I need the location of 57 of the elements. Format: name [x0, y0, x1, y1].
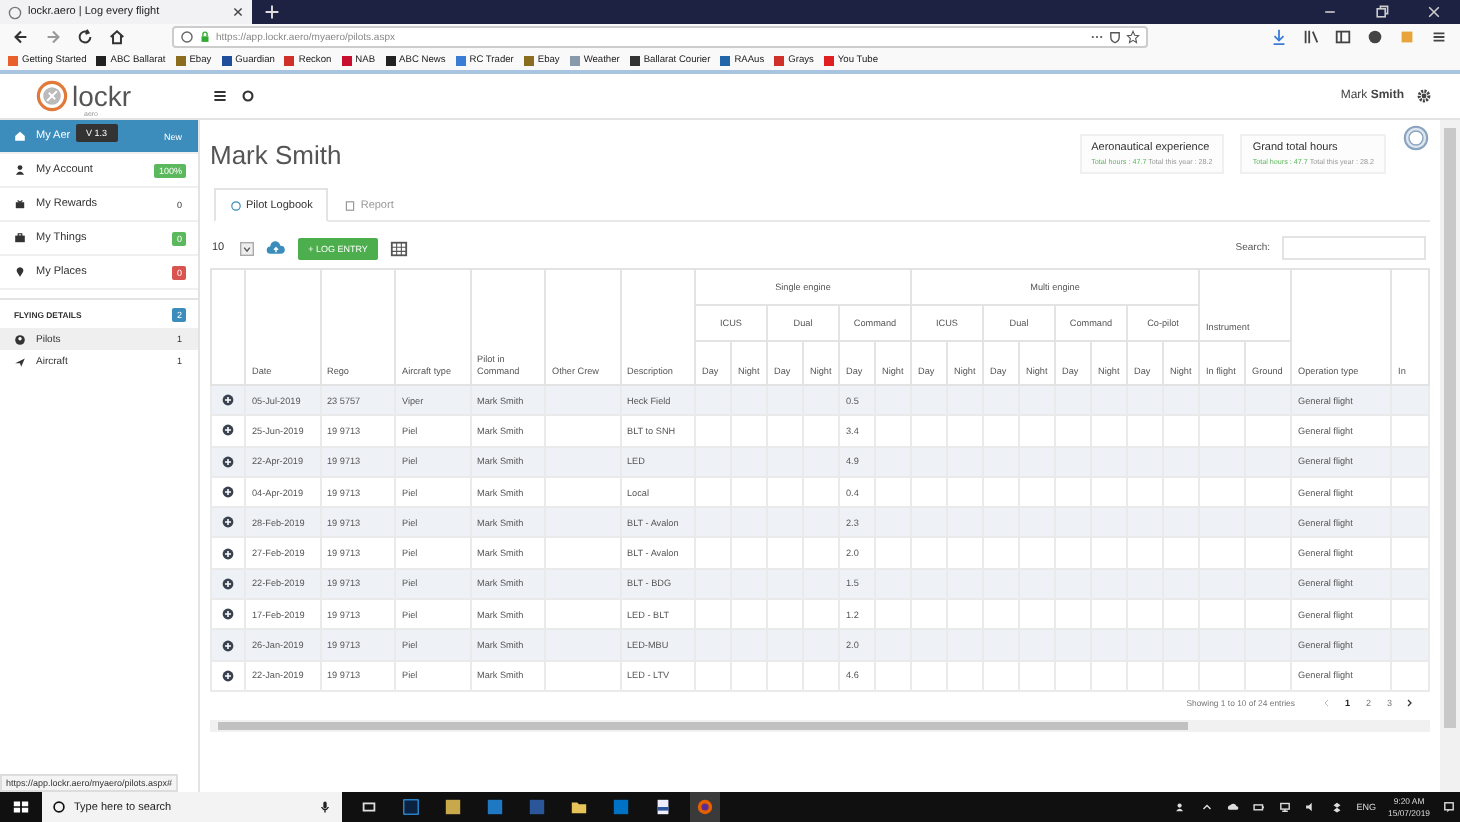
cloud-upload-icon[interactable]: [266, 240, 287, 256]
star-icon[interactable]: [1126, 30, 1140, 44]
expand-row-icon[interactable]: [222, 577, 234, 590]
expand-row-icon[interactable]: [222, 424, 234, 437]
settings-icon[interactable]: [1416, 88, 1432, 104]
briefcase-icon: [14, 232, 26, 244]
lock-icon: [198, 30, 212, 44]
notification-icon[interactable]: [1442, 800, 1456, 814]
refresh-icon[interactable]: [240, 88, 256, 104]
shield-icon[interactable]: [1108, 30, 1122, 44]
search-field[interactable]: [1282, 236, 1426, 260]
dropbox-icon[interactable]: [1330, 800, 1345, 814]
network-icon[interactable]: [1278, 800, 1293, 814]
house-icon: [14, 130, 26, 142]
page-title: Mark Smith: [210, 139, 342, 169]
expand-row-icon[interactable]: [222, 547, 234, 560]
menu-icon[interactable]: [1430, 28, 1448, 46]
cloud-icon[interactable]: [1226, 800, 1241, 814]
logo-icon: [36, 80, 68, 112]
caret-icon: [240, 241, 255, 255]
horizontal-scrollbar[interactable]: [210, 719, 1430, 732]
library-icon[interactable]: [1302, 28, 1320, 46]
expand-row-icon[interactable]: [222, 608, 234, 621]
restore-icon[interactable]: [1374, 4, 1390, 20]
sidebar-icon[interactable]: [1334, 28, 1352, 46]
expand-row-icon[interactable]: [222, 486, 234, 499]
expand-row-icon[interactable]: [222, 639, 234, 652]
plus-icon[interactable]: [264, 4, 280, 20]
search-icon: [52, 800, 66, 814]
next-page-icon[interactable]: [1404, 697, 1414, 708]
pin-icon: [14, 266, 26, 278]
loading-ring-icon: [1402, 124, 1430, 152]
microphone-icon[interactable]: [318, 800, 332, 814]
plane-icon: [14, 355, 26, 367]
reload-icon[interactable]: [76, 28, 94, 46]
download-icon[interactable]: [1270, 28, 1288, 46]
person-icon: [14, 333, 26, 345]
expand-row-icon[interactable]: [222, 669, 234, 682]
home-icon[interactable]: [108, 28, 126, 46]
expand-row-icon[interactable]: [222, 455, 234, 468]
expand-row-icon[interactable]: [222, 516, 234, 529]
back-icon[interactable]: [12, 28, 30, 46]
account-icon[interactable]: [1366, 28, 1384, 46]
gift-icon: [14, 198, 26, 210]
firefox-icon[interactable]: [690, 792, 720, 822]
vertical-scrollbar[interactable]: [1440, 120, 1460, 792]
windows-start-icon[interactable]: [12, 798, 30, 816]
chevron-up-icon[interactable]: [1200, 800, 1215, 814]
person-icon: [14, 164, 26, 176]
expand-row-icon[interactable]: [222, 394, 234, 407]
table-icon[interactable]: [389, 239, 408, 257]
battery-icon[interactable]: [1252, 800, 1267, 814]
forward-icon[interactable]: [44, 28, 62, 46]
menu-icon[interactable]: [212, 88, 228, 104]
document-icon: [344, 199, 357, 211]
logo-text: lockr: [72, 82, 132, 110]
close-icon[interactable]: [232, 6, 244, 18]
